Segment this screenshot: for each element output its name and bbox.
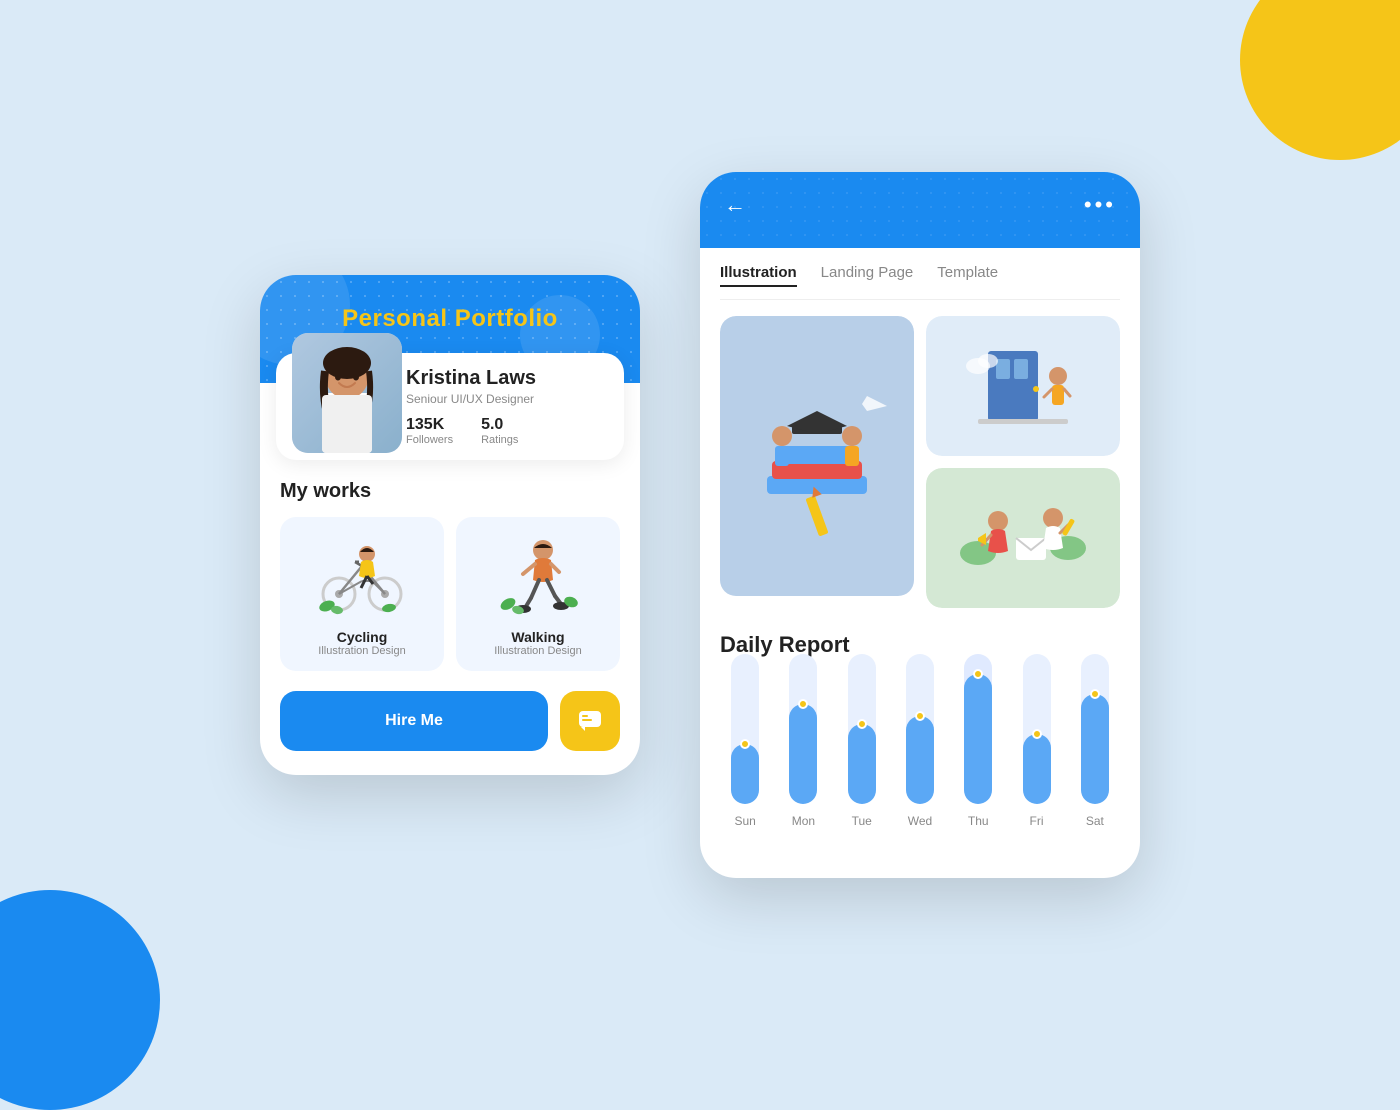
detail-header: ← ••• <box>700 172 1140 248</box>
bar-chart: Sun Mon <box>720 678 1120 858</box>
portfolio-grid <box>720 316 1120 608</box>
bar-track-mon <box>789 654 817 804</box>
walking-work-name: Walking <box>470 629 606 645</box>
detail-dot-pattern <box>700 172 1140 248</box>
portfolio-item-education[interactable] <box>720 316 914 608</box>
detail-screen: ← ••• Illustration Landing Page Template <box>700 172 1140 878</box>
bar-track-tue <box>848 654 876 804</box>
ratings-value: 5.0 <box>481 416 518 434</box>
bar-fill-fri <box>1023 734 1051 804</box>
bar-dot-sat <box>1090 689 1100 699</box>
portfolio-item-team[interactable] <box>926 468 1120 608</box>
hire-me-button[interactable]: Hire Me <box>280 691 548 751</box>
cycling-illustration <box>294 531 430 621</box>
bar-dot-mon <box>798 699 808 709</box>
bg-decoration-yellow <box>1240 0 1400 160</box>
cycling-work-card[interactable]: Cycling Illustration Design <box>280 517 444 671</box>
bar-dot-tue <box>857 719 867 729</box>
bar-dot-sun <box>740 739 750 749</box>
ratings-label: Ratings <box>481 434 518 446</box>
action-row: Hire Me <box>280 691 620 751</box>
day-label-wed: Wed <box>908 814 932 828</box>
ratings-stat: 5.0 Ratings <box>481 416 518 446</box>
profile-photo <box>292 333 402 453</box>
profile-name: Kristina Laws <box>406 367 604 390</box>
bar-fill-sun <box>731 744 759 804</box>
chart-day-wed: Wed <box>906 654 934 828</box>
bar-track-sun <box>731 654 759 804</box>
education-illustration <box>720 316 914 596</box>
bar-track-sat <box>1081 654 1109 804</box>
chart-day-tue: Tue <box>848 654 876 828</box>
walking-illustration <box>470 531 606 621</box>
bar-dot-thu <box>973 669 983 679</box>
tab-illustration[interactable]: Illustration <box>720 264 797 287</box>
bar-fill-wed <box>906 716 934 804</box>
tabs-row: Illustration Landing Page Template <box>720 248 1120 300</box>
portfolio-body: My works <box>260 460 640 775</box>
bar-fill-thu <box>964 674 992 804</box>
bar-track-wed <box>906 654 934 804</box>
portfolio-screen: Personal Portfolio <box>260 275 640 775</box>
bar-fill-tue <box>848 724 876 804</box>
my-works-title: My works <box>280 480 620 503</box>
bar-track-fri <box>1023 654 1051 804</box>
works-grid: Cycling Illustration Design <box>280 517 620 671</box>
title-normal: Personal <box>342 305 455 332</box>
bar-track-thu <box>964 654 992 804</box>
tab-landing-page[interactable]: Landing Page <box>821 264 914 287</box>
followers-stat: 135K Followers <box>406 416 453 446</box>
education-svg <box>737 356 897 556</box>
day-label-mon: Mon <box>792 814 815 828</box>
chart-day-fri: Fri <box>1023 654 1051 828</box>
walking-work-card[interactable]: Walking Illustration Design <box>456 517 620 671</box>
chart-day-thu: Thu <box>964 654 992 828</box>
profile-stats: 135K Followers 5.0 Ratings <box>406 416 604 446</box>
bg-decoration-blue <box>0 890 160 1110</box>
cycling-work-name: Cycling <box>294 629 430 645</box>
cycling-svg <box>317 536 407 616</box>
portfolio-item-door[interactable] <box>926 316 1120 456</box>
chat-button[interactable] <box>560 691 620 751</box>
cycling-work-desc: Illustration Design <box>294 645 430 657</box>
detail-body: Illustration Landing Page Template <box>700 248 1140 878</box>
day-label-fri: Fri <box>1030 814 1044 828</box>
profile-avatar-svg <box>292 333 402 453</box>
profile-job-title: Seniour UI/UX Designer <box>406 392 604 406</box>
day-label-thu: Thu <box>968 814 989 828</box>
chart-day-sat: Sat <box>1081 654 1109 828</box>
day-label-sun: Sun <box>734 814 755 828</box>
profile-card: Kristina Laws Seniour UI/UX Designer 135… <box>276 353 624 460</box>
screens-container: Personal Portfolio <box>260 172 1140 878</box>
walking-work-desc: Illustration Design <box>470 645 606 657</box>
day-label-tue: Tue <box>852 814 872 828</box>
chat-icon <box>577 708 603 734</box>
bar-dot-fri <box>1032 729 1042 739</box>
profile-photo-inner <box>292 333 402 453</box>
tab-template[interactable]: Template <box>937 264 998 287</box>
walking-svg <box>493 536 583 616</box>
more-options-button[interactable]: ••• <box>1084 192 1116 218</box>
daily-report-section: Daily Report Sun <box>720 632 1120 858</box>
day-label-sat: Sat <box>1086 814 1104 828</box>
bar-dot-wed <box>915 711 925 721</box>
door-illustration <box>926 316 1120 456</box>
door-svg <box>958 331 1088 441</box>
chart-day-sun: Sun <box>731 654 759 828</box>
followers-value: 135K <box>406 416 453 434</box>
followers-label: Followers <box>406 434 453 446</box>
team-svg <box>958 483 1088 593</box>
bar-fill-mon <box>789 704 817 804</box>
bar-fill-sat <box>1081 694 1109 804</box>
portfolio-title: Personal Portfolio <box>284 305 616 333</box>
back-button[interactable]: ← <box>724 192 746 218</box>
team-illustration <box>926 468 1120 608</box>
title-bold: Portfolio <box>455 305 558 332</box>
chart-day-mon: Mon <box>789 654 817 828</box>
